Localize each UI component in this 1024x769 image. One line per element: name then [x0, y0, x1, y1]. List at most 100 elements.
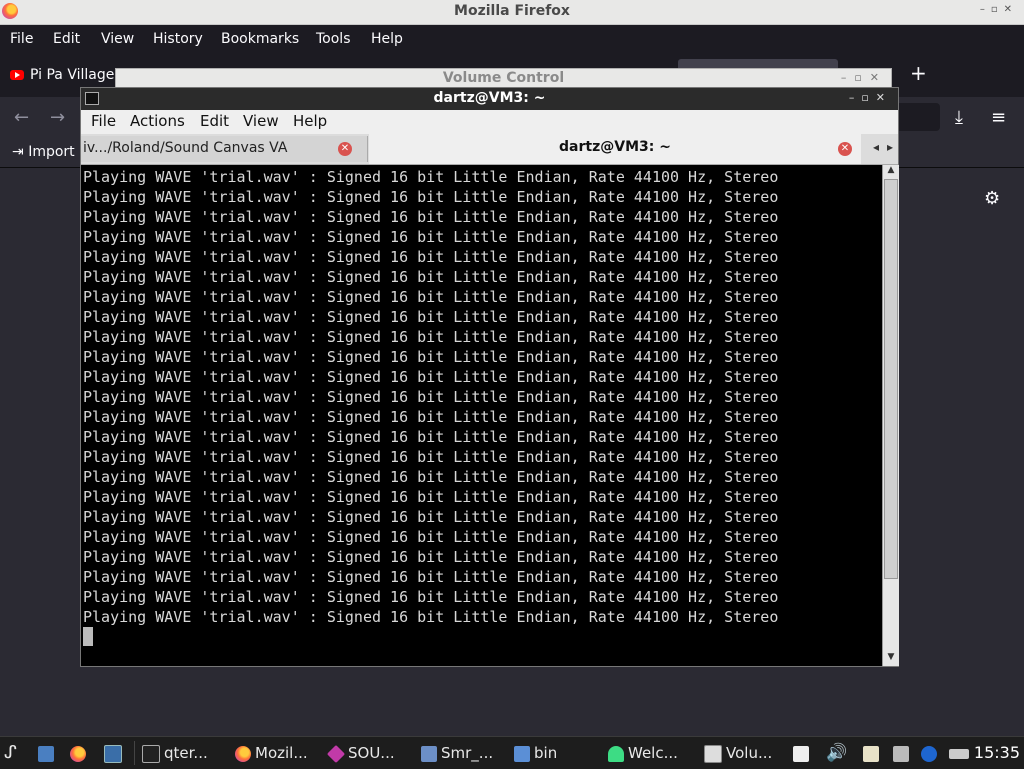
firefox-tab[interactable]: Pi Pa Village	[10, 67, 114, 83]
start-menu-icon[interactable]: ᔑ	[4, 742, 17, 764]
taskbar-item-smr[interactable]: Smr_...	[421, 742, 493, 764]
taskbar-item-qterminal[interactable]: qter...	[142, 742, 208, 764]
volume-control-window-controls[interactable]: –▫✕	[841, 71, 887, 84]
terminal-output-line: Playing WAVE 'trial.wav' : Signed 16 bit…	[83, 608, 779, 626]
taskbar-item-label: Welc...	[628, 744, 678, 762]
notes-tray-icon[interactable]	[863, 742, 883, 764]
terminal-tab-2[interactable]: dartz@VM3: ~ ✕	[369, 134, 861, 164]
terminal-output-line: Playing WAVE 'trial.wav' : Signed 16 bit…	[83, 228, 779, 246]
clipboard-tray-icon[interactable]	[793, 742, 813, 764]
terminal-tab-1-label: iv.../Roland/Sound Canvas VA	[83, 140, 288, 156]
tools-tray-icon[interactable]	[893, 742, 913, 764]
taskbar-item-sound[interactable]: SOU...	[326, 742, 395, 764]
firefox-titlebar: Mozilla Firefox –▫✕	[0, 0, 1024, 25]
close-tab-1-icon[interactable]: ✕	[338, 142, 352, 156]
terminal-window: dartz@VM3: ~ –▫✕ File Actions Edit View …	[80, 87, 899, 667]
new-tab-icon[interactable]: +	[910, 61, 927, 85]
taskbar-item-label: Volu...	[726, 744, 773, 762]
firefox-tab-label: Pi Pa Village	[30, 67, 115, 83]
taskbar-item-volume[interactable]: Volu...	[704, 742, 772, 764]
terminal-output-line: Playing WAVE 'trial.wav' : Signed 16 bit…	[83, 288, 779, 306]
taskbar-item-welcome[interactable]: Welc...	[608, 742, 678, 764]
firefox-menu-bookmarks[interactable]: Bookmarks	[221, 31, 299, 47]
firefox-menu-edit[interactable]: Edit	[53, 31, 80, 47]
terminal-menu-view[interactable]: View	[243, 112, 279, 130]
volume-tray-icon[interactable]: 🔊	[826, 742, 847, 764]
taskbar-clock[interactable]: 15:35	[974, 742, 1020, 764]
terminal-output-line: Playing WAVE 'trial.wav' : Signed 16 bit…	[83, 208, 779, 226]
terminal-scrollbar[interactable]: ▲ ▼	[882, 165, 899, 666]
download-icon[interactable]: ⤓	[955, 107, 963, 128]
terminal-output-line: Playing WAVE 'trial.wav' : Signed 16 bit…	[83, 188, 779, 206]
firefox-menu-history[interactable]: History	[153, 31, 203, 47]
terminal-cursor	[83, 627, 93, 646]
firefox-window-controls[interactable]: –▫✕	[980, 4, 1018, 15]
terminal-output-line: Playing WAVE 'trial.wav' : Signed 16 bit…	[83, 308, 779, 326]
firefox-menu-tools[interactable]: Tools	[316, 31, 351, 47]
forward-arrow-icon[interactable]: →	[50, 107, 65, 128]
terminal-titlebar: dartz@VM3: ~ –▫✕	[81, 88, 898, 110]
terminal-output-line: Playing WAVE 'trial.wav' : Signed 16 bit…	[83, 348, 779, 366]
terminal-menu-actions[interactable]: Actions	[130, 112, 185, 130]
terminal-window-controls[interactable]: –▫✕	[849, 91, 892, 104]
info-tray-icon[interactable]	[921, 742, 941, 764]
terminal-output-line: Playing WAVE 'trial.wav' : Signed 16 bit…	[83, 508, 779, 526]
terminal-output[interactable]: Playing WAVE 'trial.wav' : Signed 16 bit…	[81, 165, 882, 666]
taskbar-item-label: bin	[534, 744, 558, 762]
scroll-up-icon[interactable]: ▲	[883, 165, 899, 179]
tab-scroll-left-icon[interactable]: ◂	[873, 140, 879, 154]
taskbar-item-label: SOU...	[348, 744, 395, 762]
terminal-output-line: Playing WAVE 'trial.wav' : Signed 16 bit…	[83, 528, 779, 546]
volume-control-window-title: Volume Control	[442, 70, 565, 86]
back-arrow-icon[interactable]: ←	[14, 107, 29, 128]
app-icon	[421, 745, 437, 762]
taskbar-item-label: Smr_...	[441, 744, 494, 762]
terminal-output-line: Playing WAVE 'trial.wav' : Signed 16 bit…	[83, 248, 779, 266]
terminal-output-line: Playing WAVE 'trial.wav' : Signed 16 bit…	[83, 588, 779, 606]
tab-scroll-right-icon[interactable]: ▸	[887, 140, 893, 154]
hamburger-menu-icon[interactable]: ≡	[991, 107, 1006, 128]
taskbar-item-bin[interactable]: bin	[514, 742, 557, 764]
firefox-menu-view[interactable]: View	[101, 31, 134, 47]
terminal-tab-1[interactable]: iv.../Roland/Sound Canvas VA ✕	[81, 136, 368, 162]
firefox-menu-help[interactable]: Help	[371, 31, 403, 47]
terminal-output-line: Playing WAVE 'trial.wav' : Signed 16 bit…	[83, 548, 779, 566]
firefox-launcher-icon[interactable]	[70, 742, 90, 764]
terminal-menubar: File Actions Edit View Help	[81, 110, 898, 134]
file-manager-launcher-icon[interactable]	[38, 742, 58, 764]
desktop-launcher-icon[interactable]	[104, 742, 126, 764]
close-tab-2-icon[interactable]: ✕	[838, 142, 852, 156]
terminal-output-line: Playing WAVE 'trial.wav' : Signed 16 bit…	[83, 268, 779, 286]
terminal-output-line: Playing WAVE 'trial.wav' : Signed 16 bit…	[83, 428, 779, 446]
terminal-output-line: Playing WAVE 'trial.wav' : Signed 16 bit…	[83, 568, 779, 586]
terminal-output-line: Playing WAVE 'trial.wav' : Signed 16 bit…	[83, 408, 779, 426]
scroll-down-icon[interactable]: ▼	[883, 652, 899, 666]
taskbar-item-label: qter...	[164, 744, 208, 762]
android-icon	[608, 745, 624, 762]
terminal-tabbar: iv.../Roland/Sound Canvas VA ✕ dartz@VM3…	[81, 134, 898, 165]
terminal-window-title: dartz@VM3: ~	[433, 90, 546, 106]
scrollbar-thumb[interactable]	[884, 179, 898, 579]
taskbar: ᔑ qter... Mozil... SOU... Smr_... bin We…	[0, 736, 1024, 769]
firefox-window-title: Mozilla Firefox	[454, 3, 570, 19]
taskbar-separator	[134, 741, 135, 765]
terminal-menu-file[interactable]: File	[91, 112, 116, 130]
terminal-menu-edit[interactable]: Edit	[200, 112, 229, 130]
firefox-menu-file[interactable]: File	[10, 31, 33, 47]
taskbar-item-firefox[interactable]: Mozil...	[235, 742, 308, 764]
keyboard-tray-icon[interactable]	[949, 742, 973, 764]
terminal-icon	[142, 744, 160, 763]
volume-app-icon	[704, 744, 722, 763]
terminal-output-line: Playing WAVE 'trial.wav' : Signed 16 bit…	[83, 328, 779, 346]
terminal-menu-help[interactable]: Help	[293, 112, 327, 130]
diamond-icon	[326, 744, 346, 763]
firefox-icon	[235, 745, 251, 762]
gear-icon[interactable]: ⚙	[984, 188, 1000, 209]
firefox-menubar: File Edit View History Bookmarks Tools H…	[0, 25, 1024, 53]
terminal-output-line: Playing WAVE 'trial.wav' : Signed 16 bit…	[83, 448, 779, 466]
terminal-tab-2-label: dartz@VM3: ~	[559, 139, 671, 155]
terminal-output-line: Playing WAVE 'trial.wav' : Signed 16 bit…	[83, 468, 779, 486]
folder-icon	[514, 745, 530, 762]
youtube-icon	[10, 70, 24, 80]
import-bookmarks-button[interactable]: ⇥ Import	[12, 144, 75, 160]
